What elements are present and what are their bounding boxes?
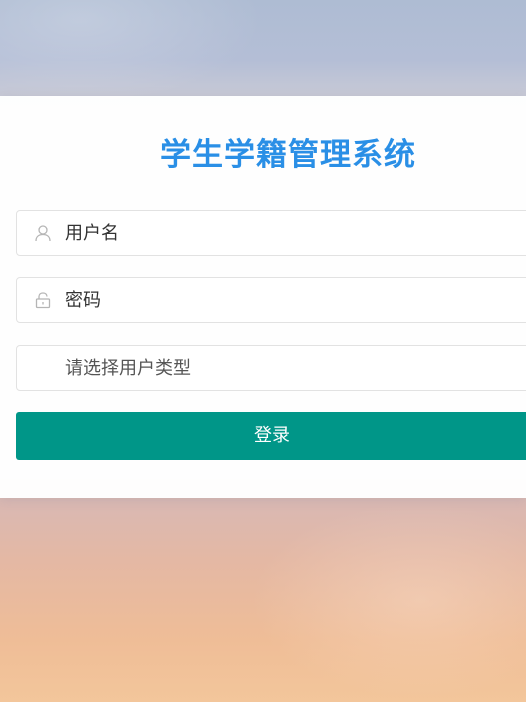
user-icon [34,224,52,242]
user-type-select[interactable]: 请选择用户类型 [16,345,526,391]
login-button[interactable]: 登录 [16,412,526,460]
page-title: 学生学籍管理系统 [160,137,416,173]
login-button-label: 登录 [254,425,290,446]
password-field[interactable]: 密码 [16,277,526,323]
user-type-placeholder: 请选择用户类型 [65,358,191,379]
login-panel: 学生学籍管理系统 用户名 密码 请选择用户类型 登录 [0,96,526,498]
lock-icon [34,291,52,309]
username-placeholder: 用户名 [65,223,119,244]
password-placeholder: 密码 [65,290,101,311]
username-field[interactable]: 用户名 [16,210,526,256]
